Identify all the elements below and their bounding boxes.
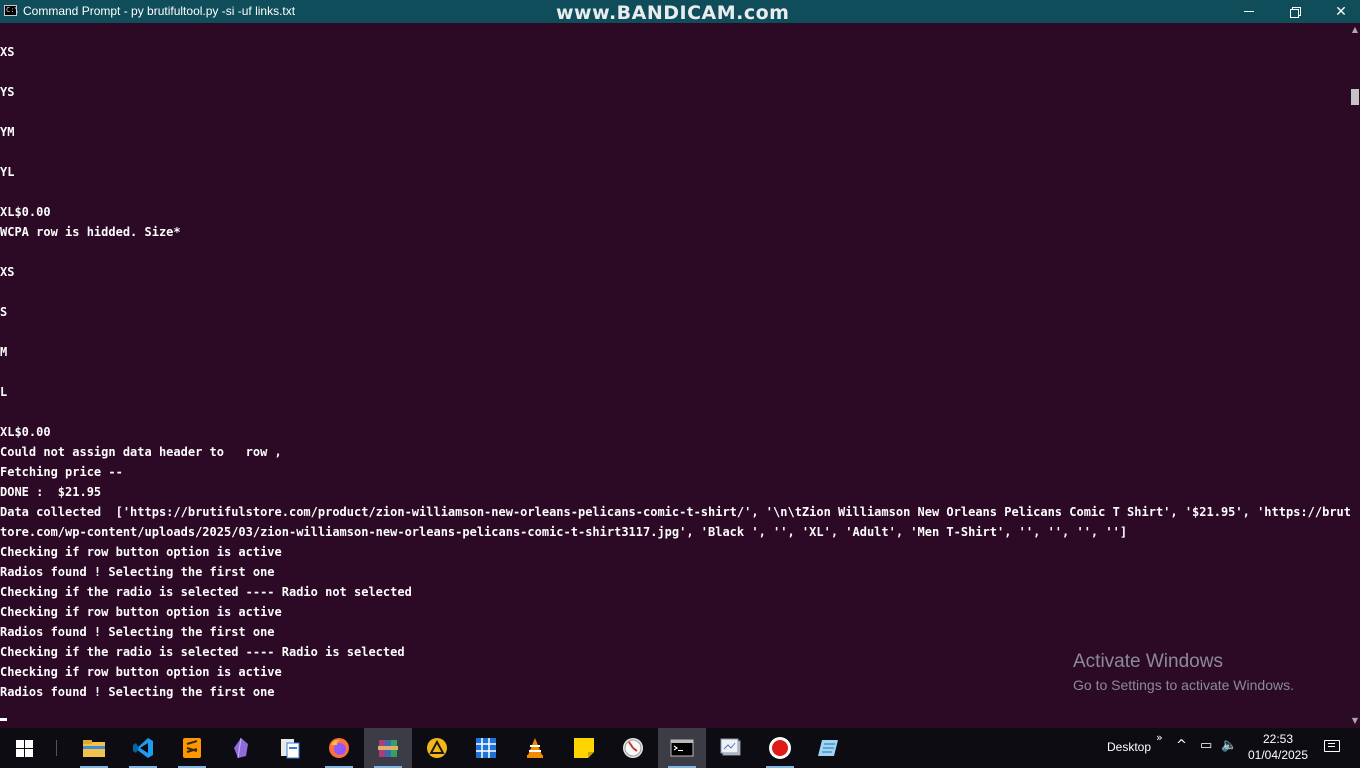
vlc-icon [527,738,543,758]
file-manager-icon [281,739,300,759]
desktop-toolbar-label[interactable]: Desktop [1107,740,1151,754]
console-line: Could not assign data header to row , [0,445,282,459]
console-line: DONE : $21.95 [0,485,102,499]
console-line: Checking if row button option is active [0,545,282,559]
taskbar: Desktop » ^ ▭ 🔈 22:53 01/04/2025 [0,728,1360,768]
cmd-icon: C:\ [4,5,19,16]
console-lines: XS YS YM YL XL$0.00 WCPA row is hidded. Size*… [0,42,1350,702]
grid-app-icon [476,738,496,758]
console-line: M [0,345,8,359]
taskbar-firefox[interactable] [315,728,363,768]
file-explorer-icon [83,740,105,757]
console-line: XS [0,265,15,279]
taskbar-screenshot-tool[interactable] [707,728,755,768]
console-line: Checking if row button option is active [0,605,282,619]
console-line: tore.com/wp-content/uploads/2025/03/zion… [0,525,1128,539]
close-icon: ✕ [1335,3,1347,20]
clock-date: 01/04/2025 [1247,748,1309,762]
console-output[interactable]: XS YS YM YL XL$0.00 WCPA row is hidded. Size*… [0,23,1350,728]
taskbar-clock-app[interactable] [609,728,657,768]
command-prompt-window: C:\ Command Prompt - py brutifultool.py … [0,0,1360,768]
chevron-up-icon[interactable]: ^ [1176,738,1187,753]
windows-logo-icon [15,739,33,757]
taskbar-file-explorer[interactable] [70,728,118,768]
title-bar[interactable]: C:\ Command Prompt - py brutifultool.py … [0,0,1360,23]
console-line: Fetching price -- [0,465,123,479]
window-title: Command Prompt - py brutifultool.py -si … [23,4,296,18]
console-line: XL$0.00 [0,425,51,439]
app-triangle-icon [427,738,447,758]
console-line: YL [0,165,15,179]
console-line: L [0,385,8,399]
restore-button[interactable] [1272,0,1318,23]
console-line: S [0,305,8,319]
scroll-up-icon[interactable]: ▲ [1350,25,1360,35]
scroll-thumb[interactable] [1351,89,1359,105]
console-line: XS [0,45,15,59]
taskbar-grid-app[interactable] [462,728,510,768]
console-line: YS [0,85,15,99]
command-prompt-icon [670,739,694,757]
console-line: Radios found ! Selecting the first one [0,625,275,639]
console-line: Checking if the radio is selected ---- R… [0,585,412,599]
sublime-text-icon [183,738,201,758]
taskbar-winrar[interactable] [364,728,412,768]
console-line: XL$0.00 [0,205,51,219]
vertical-scrollbar[interactable]: ▲ ▼ [1350,23,1360,728]
scroll-down-icon[interactable]: ▼ [1350,716,1360,726]
activate-windows-notice: Activate Windows Go to Settings to activ… [1073,651,1294,697]
notepad-icon [818,740,838,756]
vscode-icon [133,738,153,758]
notification-center-icon[interactable] [1324,740,1340,752]
close-button[interactable]: ✕ [1318,0,1360,23]
activate-subtitle: Go to Settings to activate Windows. [1073,677,1294,693]
firefox-icon [329,738,349,758]
console-line: WCPA row is hidded. Size* [0,225,181,239]
taskbar-vlc[interactable] [511,728,559,768]
taskbar-separator [56,740,57,756]
network-icon[interactable]: ▭ [1200,738,1212,753]
screenshot-tool-icon [720,738,741,756]
start-button[interactable] [0,728,48,768]
console-line: YM [0,125,15,139]
volume-icon[interactable]: 🔈 [1221,738,1237,753]
taskbar-command-prompt[interactable] [658,728,706,768]
console-line: Data collected ['https://brutifulstore.c… [0,505,1350,519]
sticky-notes-icon [574,738,594,758]
taskbar-obsidian[interactable] [217,728,265,768]
taskbar-bandicam[interactable] [756,728,804,768]
minimize-icon [1244,11,1254,12]
restore-icon [1290,6,1301,18]
chevron-right-icon[interactable]: » [1156,731,1163,744]
taskbar-sublime[interactable] [168,728,216,768]
bandicam-record-icon [769,737,791,759]
obsidian-icon [234,737,248,759]
winrar-icon [378,740,398,757]
taskbar-vscode[interactable] [119,728,167,768]
console-line: Radios found ! Selecting the first one [0,565,275,579]
taskbar-file-manager[interactable] [266,728,314,768]
clock-time: 22:53 [1262,732,1294,746]
minimize-button[interactable] [1226,0,1272,23]
bandicam-watermark: www.BANDICAM.com [556,2,790,24]
taskbar-triangle-app[interactable] [413,728,461,768]
clock-app-icon [623,738,643,758]
system-clock[interactable]: 22:53 01/04/2025 [1244,731,1312,763]
taskbar-notepad[interactable] [805,728,853,768]
taskbar-sticky-notes[interactable] [560,728,608,768]
activate-title: Activate Windows [1073,651,1223,672]
text-cursor [0,718,7,721]
